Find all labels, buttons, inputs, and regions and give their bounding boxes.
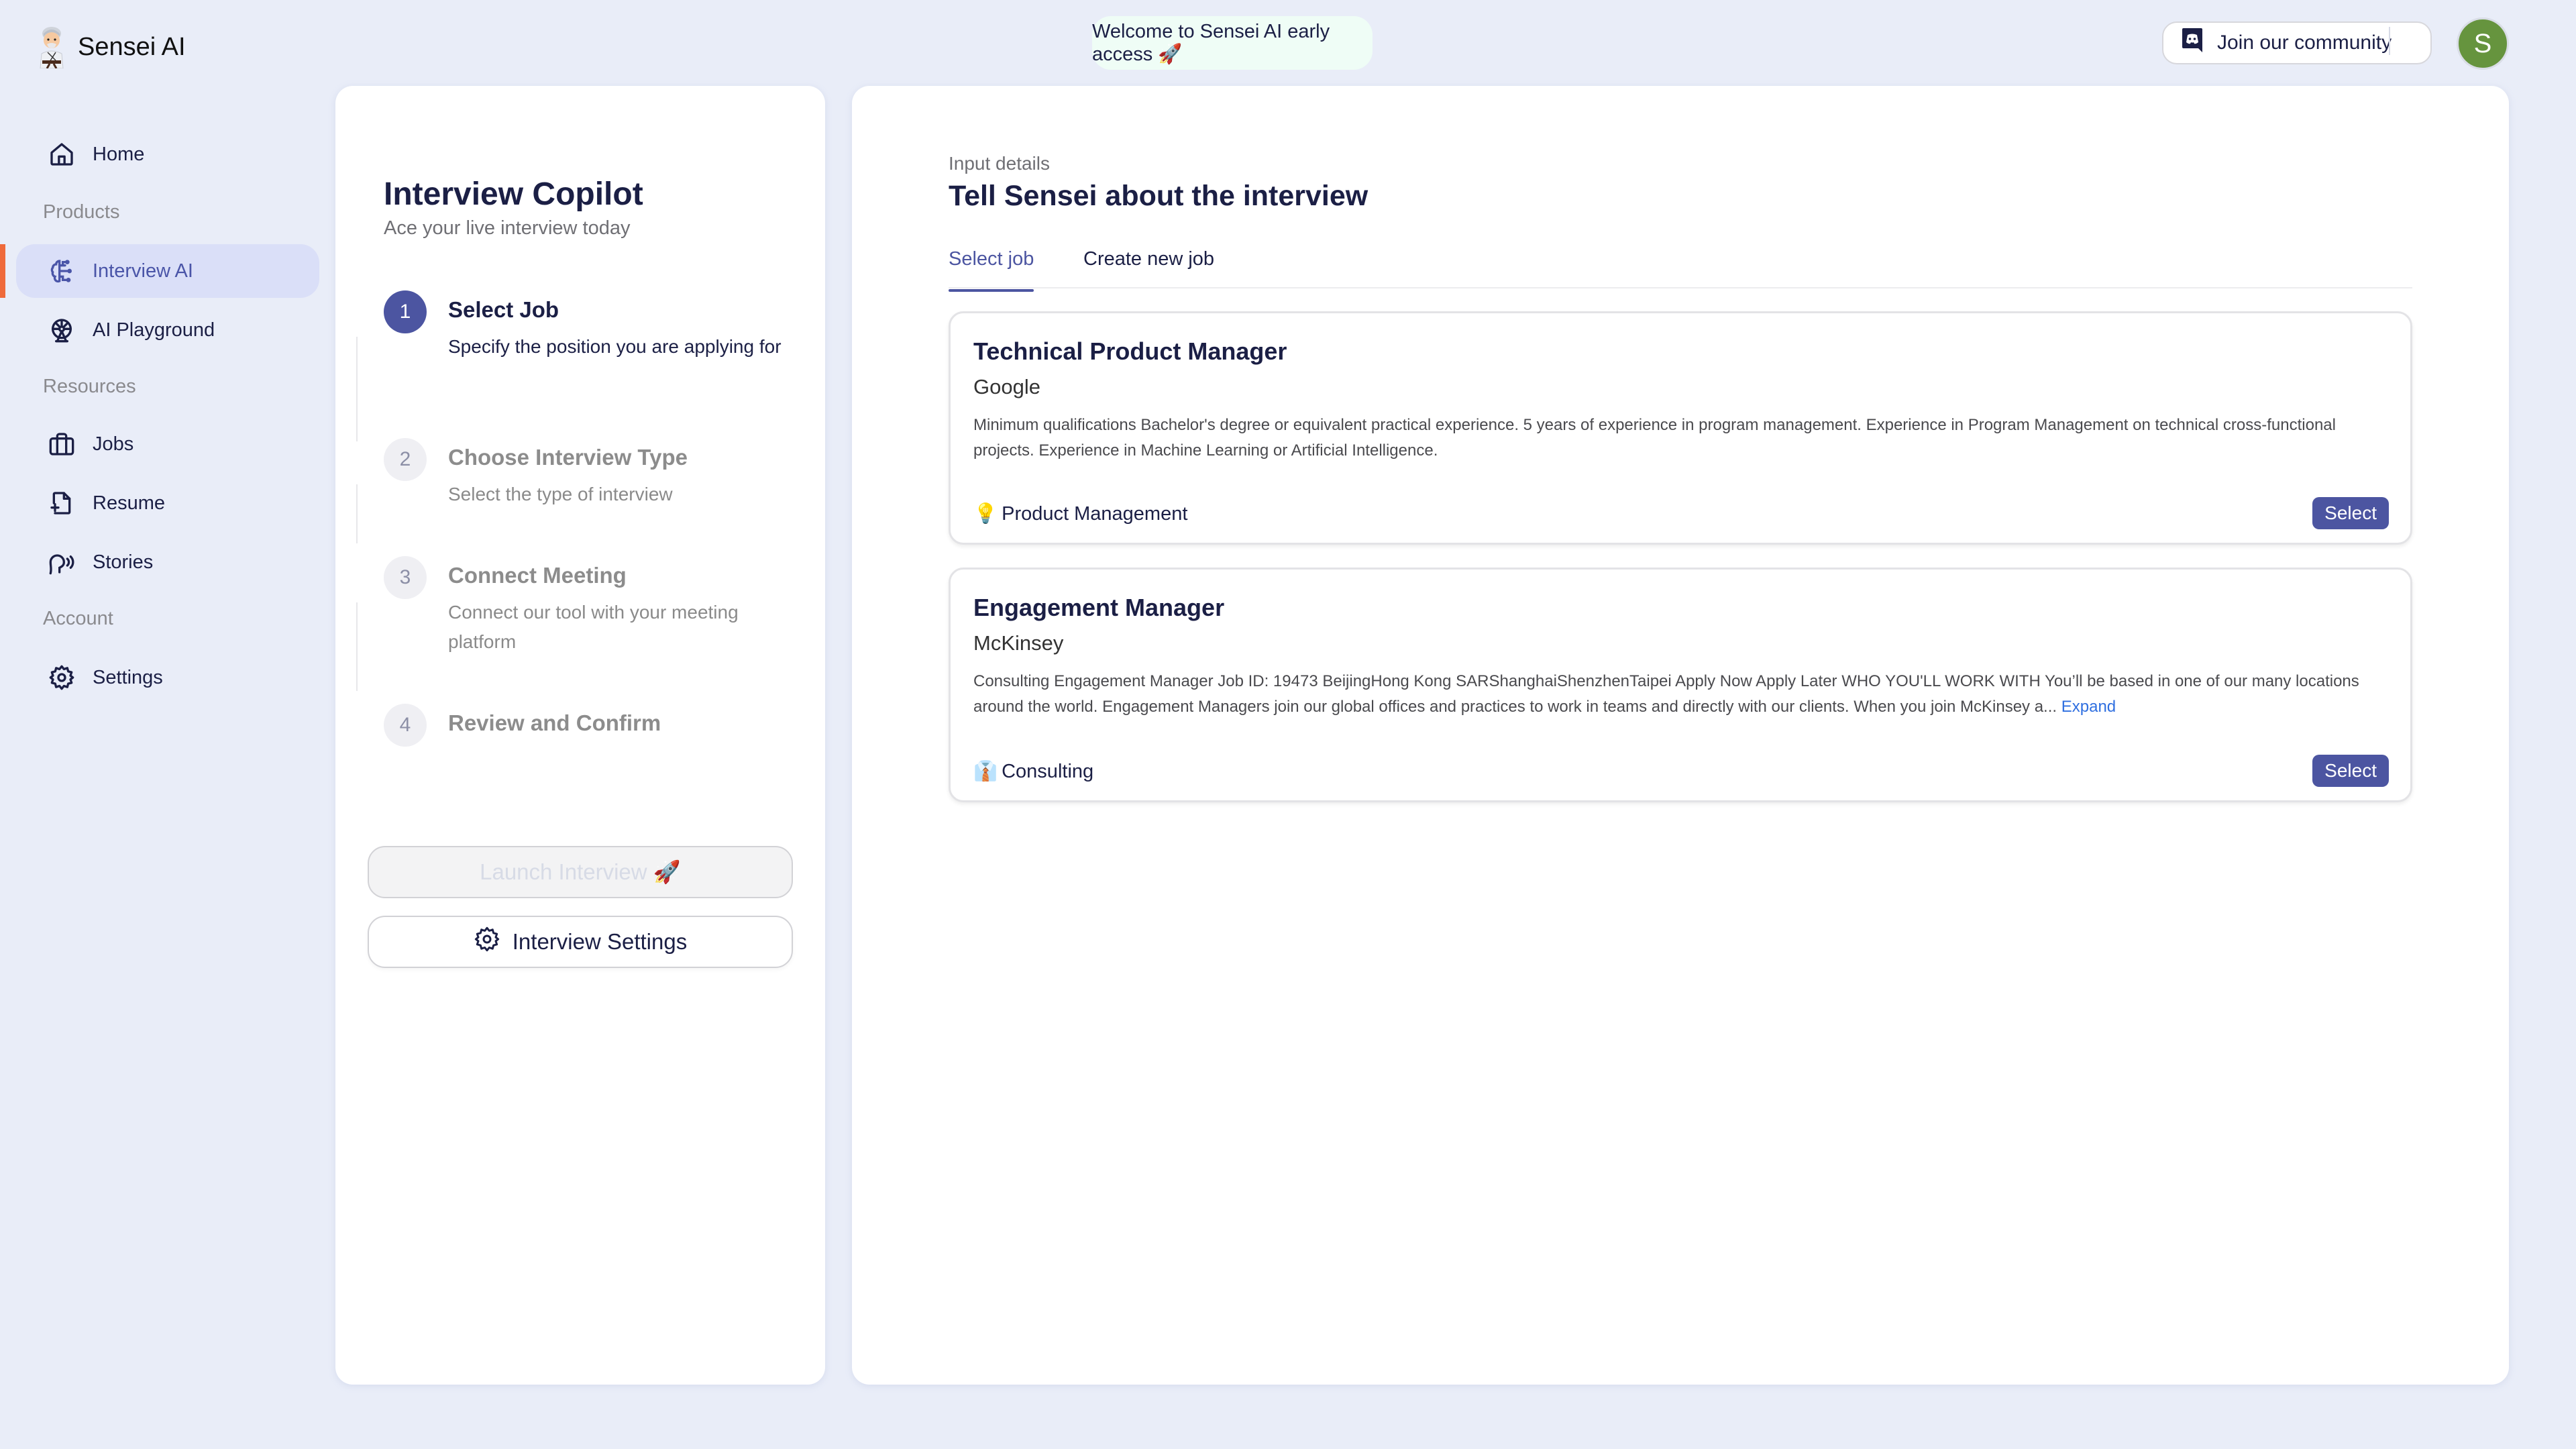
- sidebar-section-products: Products: [43, 201, 120, 223]
- job-description-text: Consulting Engagement Manager Job ID: 19…: [973, 672, 2359, 716]
- expand-link[interactable]: Expand: [2061, 698, 2116, 716]
- step-number: 2: [384, 438, 427, 481]
- job-company: McKinsey: [973, 631, 1064, 655]
- step-title: Select Job: [448, 297, 559, 322]
- home-icon: [48, 141, 75, 168]
- sidebar-item-settings[interactable]: Settings: [16, 651, 319, 704]
- launch-interview-button[interactable]: Launch Interview 🚀: [368, 846, 793, 898]
- step-number: 4: [384, 704, 427, 747]
- tab-select-job[interactable]: Select job: [949, 248, 1034, 292]
- launch-interview-label: Launch Interview 🚀: [480, 859, 681, 884]
- speaking-head-icon: [48, 549, 75, 576]
- ferris-wheel-icon: [48, 317, 75, 343]
- sidebar-section-resources: Resources: [43, 376, 136, 397]
- job-category-label: Consulting: [1002, 760, 1094, 782]
- step-description: Connect our tool with your meeting platf…: [448, 602, 739, 652]
- step-number: 3: [384, 556, 427, 599]
- welcome-text: Welcome to Sensei AI early access 🚀: [1092, 20, 1330, 65]
- sidebar: Sensei AI Home Products Interview AI AI …: [0, 0, 335, 1449]
- gear-icon: [474, 926, 500, 958]
- job-card[interactable]: Technical Product Manager Google Minimum…: [949, 311, 2412, 545]
- active-nav-indicator: [0, 244, 5, 298]
- gear-icon: [48, 664, 75, 691]
- select-job-button[interactable]: Select: [2312, 497, 2389, 529]
- step-title: Connect Meeting: [448, 563, 627, 588]
- step-number: 1: [384, 290, 427, 333]
- sidebar-item-ai-playground[interactable]: AI Playground: [16, 303, 319, 357]
- interview-settings-label: Interview Settings: [512, 929, 688, 954]
- sidebar-item-label: Stories: [93, 551, 154, 573]
- welcome-banner: Welcome to Sensei AI early access 🚀: [1092, 16, 1373, 70]
- job-category: 👔 Consulting: [973, 760, 1093, 783]
- sidebar-item-interview-ai[interactable]: Interview AI: [16, 244, 319, 298]
- sidebar-item-label: Home: [93, 143, 145, 165]
- necktie-icon: 👔: [973, 761, 998, 782]
- job-description-text: Minimum qualifications Bachelor's degree…: [973, 416, 2336, 460]
- sidebar-item-label: AI Playground: [93, 319, 215, 341]
- user-avatar[interactable]: S: [2457, 17, 2509, 70]
- step-connector: [356, 602, 358, 691]
- interview-settings-button[interactable]: Interview Settings: [368, 916, 793, 968]
- panel-title: Interview Copilot: [384, 176, 643, 212]
- briefcase-icon: [48, 431, 75, 458]
- brain-circuit-icon: [48, 258, 75, 284]
- job-company: Google: [973, 375, 1040, 398]
- job-description: Minimum qualifications Bachelor's degree…: [973, 413, 2396, 464]
- section-kicker: Input details: [949, 153, 1050, 174]
- topbar-divider: [2389, 27, 2390, 55]
- job-category: 💡 Product Management: [973, 502, 1187, 525]
- step-description: Specify the position you are applying fo…: [448, 336, 782, 357]
- job-tabs: Select job Create new job: [949, 240, 2412, 292]
- app-name: Sensei AI: [78, 32, 186, 61]
- select-job-button[interactable]: Select: [2312, 755, 2389, 787]
- step-description: Select the type of interview: [448, 484, 673, 504]
- sidebar-section-account: Account: [43, 608, 113, 629]
- sidebar-item-resume[interactable]: Resume: [16, 476, 319, 530]
- interview-copilot-panel: Interview Copilot Ace your live intervie…: [335, 86, 825, 1385]
- job-title: Engagement Manager: [973, 594, 1225, 621]
- sidebar-item-label: Interview AI: [93, 260, 193, 282]
- join-community-button[interactable]: Join our community: [2162, 21, 2432, 64]
- discord-icon: [2182, 28, 2202, 58]
- job-card[interactable]: Engagement Manager McKinsey Consulting E…: [949, 568, 2412, 802]
- interview-details-panel: Input details Tell Sensei about the inte…: [852, 86, 2509, 1385]
- sidebar-item-home[interactable]: Home: [16, 127, 319, 181]
- job-description: Consulting Engagement Manager Job ID: 19…: [973, 669, 2396, 720]
- join-community-label: Join our community: [2217, 32, 2392, 54]
- tab-create-new-job[interactable]: Create new job: [1083, 248, 1214, 284]
- step-title: Choose Interview Type: [448, 445, 688, 470]
- sidebar-item-jobs[interactable]: Jobs: [16, 417, 319, 471]
- sidebar-item-stories[interactable]: Stories: [16, 535, 319, 589]
- job-category-label: Product Management: [1002, 502, 1188, 525]
- section-title: Tell Sensei about the interview: [949, 180, 1368, 212]
- sensei-mascot-icon: [36, 25, 67, 69]
- panel-subtitle: Ace your live interview today: [384, 217, 631, 239]
- sidebar-item-label: Jobs: [93, 433, 134, 455]
- file-plus-icon: [48, 490, 75, 517]
- job-title: Technical Product Manager: [973, 337, 1287, 365]
- sidebar-item-label: Settings: [93, 666, 163, 688]
- step-title: Review and Confirm: [448, 710, 661, 735]
- step-connector: [356, 484, 358, 543]
- app-logo[interactable]: Sensei AI: [36, 25, 186, 69]
- sidebar-item-label: Resume: [93, 492, 165, 514]
- step-connector: [356, 337, 358, 441]
- lightbulb-icon: 💡: [973, 503, 998, 525]
